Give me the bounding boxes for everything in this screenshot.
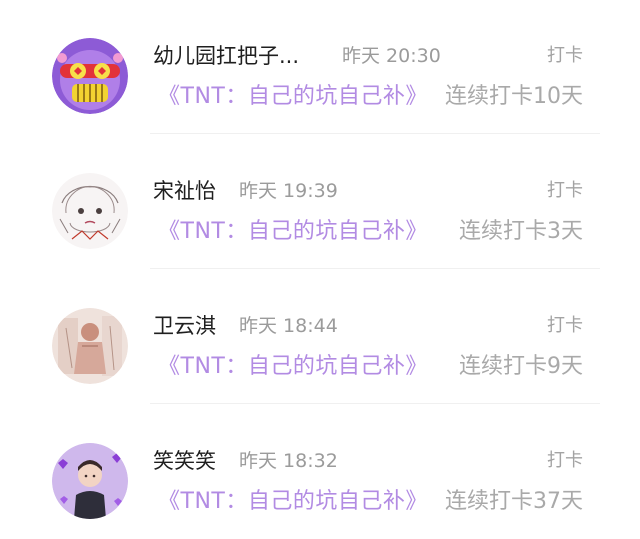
- divider: [150, 268, 600, 269]
- checkin-time: 昨天 19:39: [239, 180, 338, 202]
- list-item[interactable]: 幼儿园扛把子... 昨天 20:30 打卡 《TNT：自己的坑自己补》 连续打卡…: [0, 0, 640, 134]
- divider: [150, 403, 600, 404]
- checkin-label: 打卡: [547, 450, 583, 471]
- divider: [150, 133, 600, 134]
- cartoon-avatar-icon[interactable]: [52, 38, 128, 114]
- book-title-link[interactable]: 《TNT：自己的坑自己补》: [158, 486, 428, 518]
- streak-count: 连续打卡37天: [445, 489, 583, 514]
- streak-count: 连续打卡3天: [459, 219, 583, 244]
- user-name[interactable]: 宋祉怡: [153, 176, 216, 206]
- checkin-list: 幼儿园扛把子... 昨天 20:30 打卡 《TNT：自己的坑自己补》 连续打卡…: [0, 0, 640, 538]
- book-title-link[interactable]: 《TNT：自己的坑自己补》: [158, 216, 428, 248]
- checkin-label: 打卡: [547, 315, 583, 336]
- checkin-label: 打卡: [547, 45, 583, 66]
- photo-avatar-icon[interactable]: [52, 443, 128, 519]
- list-item[interactable]: 宋祉怡 昨天 19:39 打卡 《TNT：自己的坑自己补》 连续打卡3天: [0, 135, 640, 269]
- checkin-time: 昨天 18:32: [239, 450, 338, 472]
- checkin-time: 昨天 20:30: [342, 45, 441, 67]
- user-name[interactable]: 笑笑笑: [153, 446, 216, 476]
- list-item[interactable]: 笑笑笑 昨天 18:32 打卡 《TNT：自己的坑自己补》 连续打卡37天: [0, 405, 640, 539]
- checkin-time: 昨天 18:44: [239, 315, 338, 337]
- user-name[interactable]: 幼儿园扛把子...: [153, 41, 299, 71]
- book-title-link[interactable]: 《TNT：自己的坑自己补》: [158, 351, 428, 383]
- streak-count: 连续打卡9天: [459, 354, 583, 379]
- list-item[interactable]: 卫云淇 昨天 18:44 打卡 《TNT：自己的坑自己补》 连续打卡9天: [0, 270, 640, 404]
- user-name[interactable]: 卫云淇: [153, 311, 216, 341]
- sketch-avatar-icon[interactable]: [52, 173, 128, 249]
- streak-count: 连续打卡10天: [445, 84, 583, 109]
- illustration-avatar-icon[interactable]: [52, 308, 128, 384]
- checkin-label: 打卡: [547, 180, 583, 201]
- book-title-link[interactable]: 《TNT：自己的坑自己补》: [158, 81, 428, 113]
